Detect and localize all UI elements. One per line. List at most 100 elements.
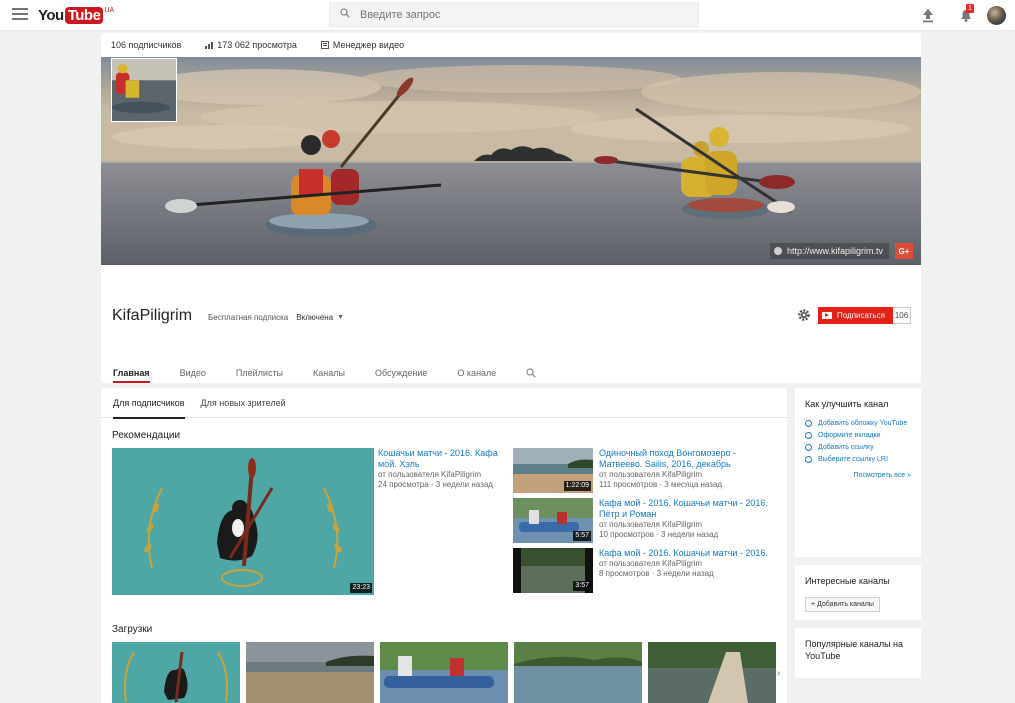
improve-channel-box: Как улучшить канал Добавить обложку YouT… bbox=[795, 388, 921, 557]
video-thumbnail[interactable]: 3:57 bbox=[513, 548, 593, 593]
chevron-right-icon[interactable]: › bbox=[777, 668, 780, 679]
notifications-icon[interactable]: 1 bbox=[958, 4, 974, 23]
upload-thumbnail[interactable] bbox=[380, 642, 508, 703]
subscription-setting[interactable]: Бесплатная подписка Включена ▼ bbox=[208, 313, 344, 322]
improve-item-label: Добавить ссылку bbox=[818, 444, 874, 451]
recommendations-title: Рекомендации bbox=[112, 430, 181, 441]
channel-feed: Для подписчиков Для новых зрителей Реком… bbox=[101, 388, 787, 703]
logo-text-tube: Tube bbox=[64, 6, 104, 24]
video-author: от пользователя KifaPiligrim bbox=[599, 520, 703, 529]
upload-thumbnail[interactable] bbox=[112, 642, 240, 703]
google-plus-icon[interactable]: G+ bbox=[895, 243, 913, 259]
list-item: 1:22:09 Одиночный поход Вонгомозеро - Ма… bbox=[513, 448, 781, 494]
chevron-down-icon: ▼ bbox=[337, 314, 345, 321]
featured-video-title[interactable]: Кошачьи матчи - 2016. Кафа мой. Хэль bbox=[378, 448, 503, 470]
video-title[interactable]: Кафа мой - 2016. Кошачьи матчи - 2016. bbox=[599, 548, 779, 559]
featured-video-thumbnail[interactable]: 23:23 bbox=[112, 448, 374, 595]
upload-icon[interactable] bbox=[921, 8, 935, 23]
video-manager-text: Менеджер видео bbox=[332, 40, 405, 50]
tab-playlists[interactable]: Плейлисты bbox=[236, 363, 283, 383]
search-icon[interactable] bbox=[330, 8, 360, 21]
tab-discussion[interactable]: Обсуждение bbox=[375, 363, 427, 383]
channel-name: KifaPiligrim bbox=[112, 307, 193, 324]
featured-video-info: Кошачьи матчи - 2016. Кафа мой. Хэль от … bbox=[378, 448, 503, 490]
view-all-link[interactable]: Посмотреть все » bbox=[795, 472, 921, 479]
featured-duration: 23:23 bbox=[350, 583, 372, 593]
upload-thumbnail[interactable] bbox=[514, 642, 642, 703]
upload-thumbnail-image bbox=[380, 642, 508, 703]
channel-header: 106 подписчиков 173 062 просмотра Менедж… bbox=[101, 33, 921, 383]
globe-icon bbox=[773, 247, 782, 255]
subscription-value: Включена bbox=[296, 313, 334, 322]
gear-icon[interactable] bbox=[797, 308, 811, 322]
list-item: 3:57 Кафа мой - 2016. Кошачьи матчи - 20… bbox=[513, 548, 781, 594]
interesting-channels-title: Интересные каналы bbox=[805, 576, 890, 586]
tab-about[interactable]: О канале bbox=[457, 363, 496, 383]
video-title[interactable]: Одиночный поход Вонгомозеро - Матвеево. … bbox=[599, 448, 779, 470]
video-title[interactable]: Кафа мой - 2016. Кошачьи матчи - 2016. П… bbox=[599, 498, 779, 520]
menu-icon[interactable] bbox=[12, 8, 28, 22]
subscribe-label: Подписаться bbox=[837, 311, 885, 320]
improve-item[interactable]: Добавить обложку YouTube bbox=[795, 420, 921, 428]
channel-icon-image[interactable] bbox=[111, 58, 177, 122]
subscribe-button[interactable]: Подписаться 106 bbox=[818, 307, 911, 324]
video-thumbnail[interactable]: 5:57 bbox=[513, 498, 593, 543]
checkbox-circle-icon bbox=[805, 432, 812, 439]
video-duration: 1:22:09 bbox=[563, 481, 591, 491]
views-icon bbox=[205, 42, 214, 49]
video-info: Кафа мой - 2016. Кошачьи матчи - 2016. о… bbox=[599, 548, 779, 579]
list-item: 5:57 Кафа мой - 2016. Кошачьи матчи - 20… bbox=[513, 498, 781, 544]
checkbox-circle-icon bbox=[805, 444, 812, 451]
add-channels-button[interactable]: + Добавить каналы bbox=[805, 597, 880, 612]
video-meta: 10 просмотров · 3 недели назад bbox=[599, 530, 719, 539]
account-avatar[interactable] bbox=[987, 6, 1006, 25]
search-box bbox=[329, 2, 699, 27]
featured-video-author: от пользователя KifaPiligrim bbox=[378, 470, 482, 479]
banner-image bbox=[101, 57, 921, 265]
tab-for-subscribers[interactable]: Для подписчиков bbox=[113, 388, 185, 419]
improve-channel-title: Как улучшить канал bbox=[805, 399, 889, 409]
banner-links: http://www.kifapiligrim.tv G+ bbox=[769, 243, 913, 259]
tab-for-new-viewers[interactable]: Для новых зрителей bbox=[201, 388, 286, 418]
channel-tabs: Главная Видео Плейлисты Каналы Обсуждени… bbox=[101, 363, 921, 383]
checkbox-circle-icon bbox=[805, 456, 812, 463]
upload-thumbnail-image bbox=[514, 642, 642, 703]
channel-search-icon[interactable] bbox=[526, 368, 536, 378]
upload-thumbnail-image bbox=[112, 642, 240, 703]
upload-thumbnail[interactable] bbox=[648, 642, 776, 703]
logo-text-you: You bbox=[38, 6, 64, 24]
views-stat[interactable]: 173 062 просмотра bbox=[205, 40, 297, 50]
video-meta: 111 просмотров · 3 месяца назад bbox=[599, 480, 723, 489]
channel-stats: 106 подписчиков 173 062 просмотра Менедж… bbox=[101, 33, 921, 57]
website-link[interactable]: http://www.kifapiligrim.tv bbox=[769, 243, 889, 259]
popular-channels-title[interactable]: Популярные каналы на YouTube bbox=[795, 628, 921, 662]
video-manager-link[interactable]: Менеджер видео bbox=[320, 40, 405, 50]
subscription-label: Бесплатная подписка bbox=[208, 313, 289, 322]
improve-item[interactable]: Выберите ссылку LRI bbox=[795, 456, 921, 464]
upload-thumbnail[interactable] bbox=[246, 642, 374, 703]
video-info: Одиночный поход Вонгомозеро - Матвеево. … bbox=[599, 448, 779, 490]
tab-videos[interactable]: Видео bbox=[180, 363, 206, 383]
video-meta: 8 просмотров · 3 недели назад bbox=[599, 569, 714, 578]
subscribers-stat[interactable]: 106 подписчиков bbox=[111, 40, 181, 50]
video-info: Кафа мой - 2016. Кошачьи матчи - 2016. П… bbox=[599, 498, 779, 540]
video-thumbnail[interactable]: 1:22:09 bbox=[513, 448, 593, 493]
improve-item[interactable]: Добавить ссылку bbox=[795, 444, 921, 452]
audience-tabs: Для подписчиков Для новых зрителей bbox=[101, 388, 787, 419]
youtube-logo[interactable]: You Tube UA bbox=[38, 5, 114, 25]
video-duration: 5:57 bbox=[573, 531, 591, 541]
subscribers-text: 106 подписчиков bbox=[111, 40, 182, 50]
video-author: от пользователя KifaPiligrim bbox=[599, 559, 703, 568]
improve-item-label: Оформите вкладки bbox=[818, 432, 881, 439]
search-input[interactable] bbox=[360, 8, 660, 21]
uploads-title: Загрузки bbox=[112, 624, 153, 635]
popular-channels-box: Популярные каналы на YouTube bbox=[795, 628, 921, 678]
improve-item-label: Выберите ссылку LRI bbox=[818, 456, 888, 463]
youtube-play-icon bbox=[822, 312, 832, 319]
video-manager-icon bbox=[320, 41, 329, 49]
logo-region: UA bbox=[104, 6, 115, 14]
video-duration: 3:57 bbox=[573, 581, 591, 591]
tab-channels[interactable]: Каналы bbox=[313, 363, 345, 383]
tab-home[interactable]: Главная bbox=[113, 363, 150, 383]
improve-item[interactable]: Оформите вкладки bbox=[795, 432, 921, 440]
